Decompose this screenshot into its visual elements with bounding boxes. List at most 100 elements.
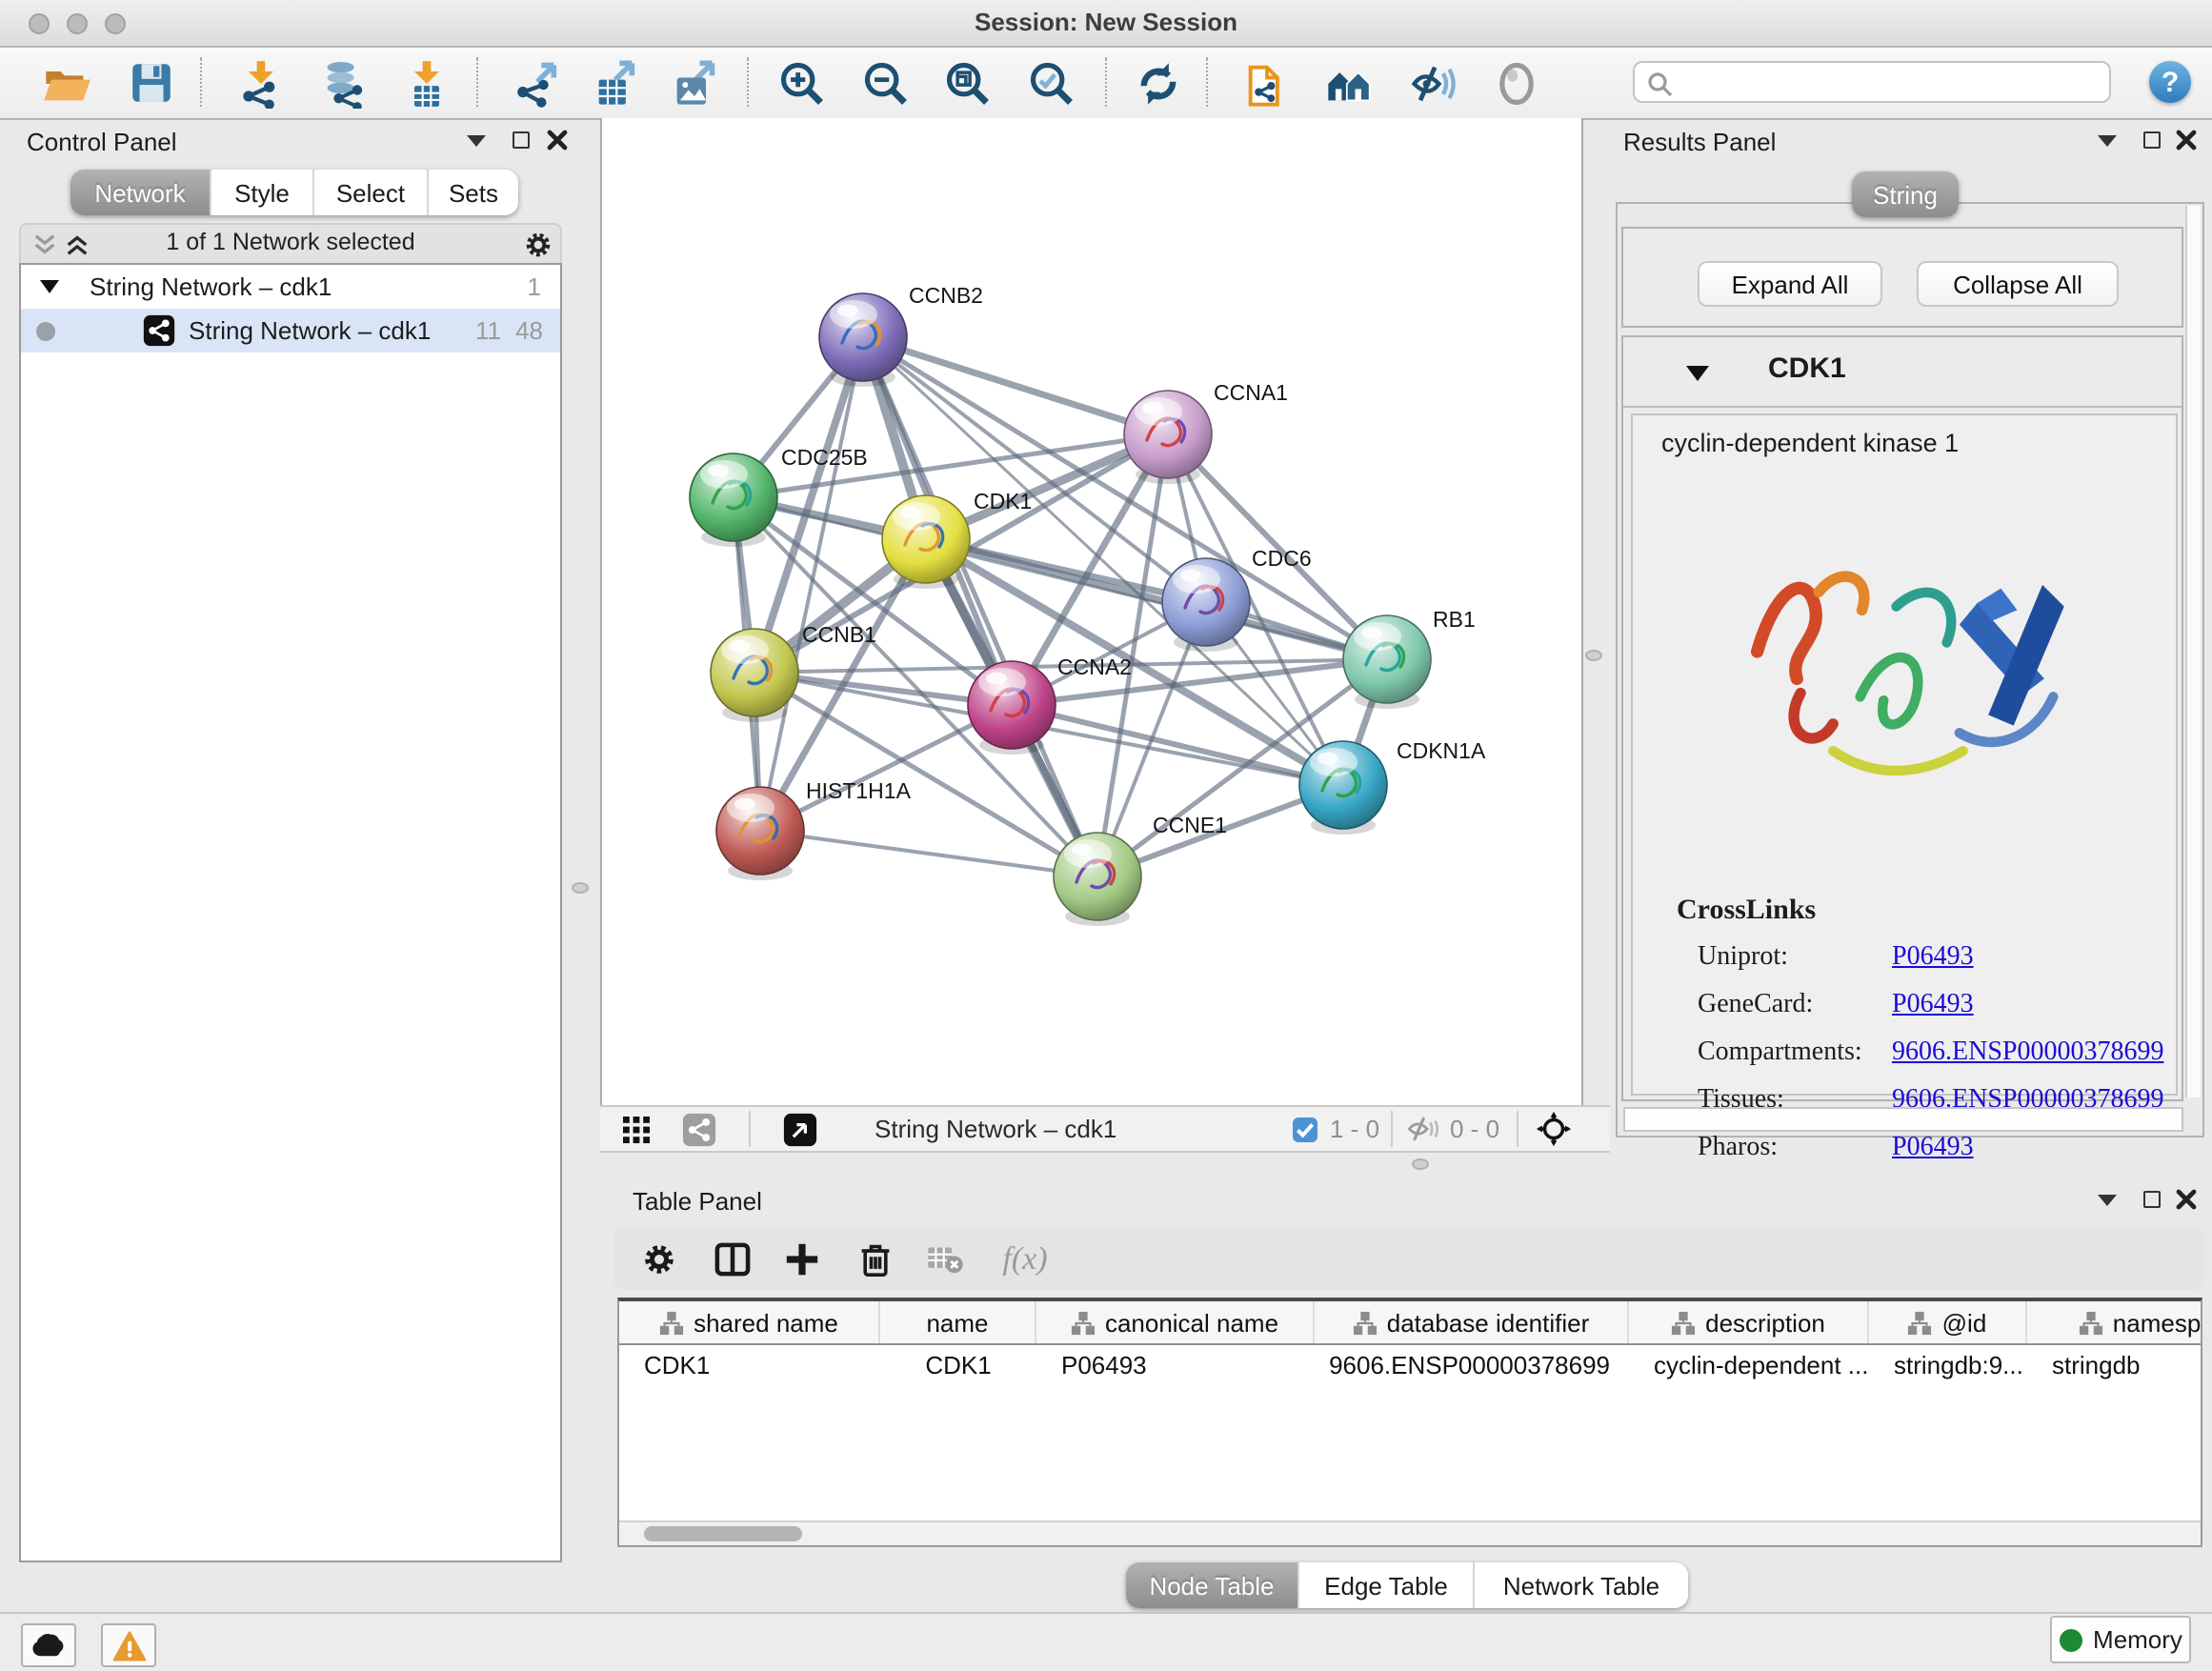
right-splitter-handle[interactable]: [1585, 650, 1602, 661]
table-scrollbar-thumb[interactable]: [644, 1526, 802, 1541]
table-panel-float-button[interactable]: [2143, 1191, 2161, 1208]
graph-node-CCNA2[interactable]: [968, 661, 1056, 755]
column-header-name[interactable]: name: [880, 1301, 1036, 1343]
hidden-eye-slash-icon[interactable]: [1406, 1115, 1438, 1143]
tab-sets[interactable]: Sets: [429, 170, 518, 215]
control-panel-menu-caret-icon[interactable]: [467, 135, 486, 147]
zoom-selected-button[interactable]: [1025, 57, 1076, 109]
open-session-button[interactable]: [40, 57, 91, 109]
graph-node-RB1[interactable]: [1343, 615, 1431, 709]
selected-counts: 1 - 0: [1330, 1107, 1379, 1151]
tab-string[interactable]: String: [1852, 171, 1959, 217]
table-toolbar: f(x): [613, 1225, 2204, 1290]
results-panel-close-icon[interactable]: [2176, 130, 2197, 151]
birdseye-crosshair-icon[interactable]: [1536, 1111, 1572, 1147]
crosslink-value-link[interactable]: P06493: [1892, 1133, 1974, 1163]
left-splitter-handle[interactable]: [572, 882, 589, 894]
crosslink-value-link[interactable]: P06493: [1892, 942, 1974, 973]
network-row-selected[interactable]: String Network – cdk1 11 48: [21, 309, 560, 352]
gene-card-collapse-caret-icon[interactable]: [1686, 366, 1709, 381]
create-column-button[interactable]: [781, 1238, 823, 1280]
table-splitter-handle[interactable]: [1412, 1158, 1429, 1170]
selected-checkbox-icon[interactable]: [1292, 1116, 1318, 1142]
import-table-button[interactable]: [400, 57, 452, 109]
table-row[interactable]: CDK1CDK1P064939606.ENSP00000378699cyclin…: [619, 1345, 2201, 1387]
graph-node-HIST1H1A[interactable]: [716, 787, 804, 880]
crosslink-value-link[interactable]: 9606.ENSP00000378699: [1892, 1037, 2163, 1068]
table-panel-menu-caret-icon[interactable]: [2098, 1195, 2117, 1206]
grid-view-icon[interactable]: [623, 1117, 650, 1143]
export-image-button[interactable]: [667, 57, 718, 109]
delete-table-button[interactable]: [924, 1238, 966, 1280]
toolbar-divider: [749, 1111, 751, 1147]
crosslink-label: GeneCard:: [1698, 990, 1892, 1020]
network-selection-summary: 1 of 1 Network selected: [21, 225, 560, 261]
tab-edge-table[interactable]: Edge Table: [1299, 1562, 1475, 1608]
home-networks-button[interactable]: [1322, 57, 1374, 109]
network-options-gear-icon[interactable]: [524, 230, 553, 258]
help-question-icon: ?: [2162, 66, 2179, 98]
help-button[interactable]: ?: [2149, 61, 2191, 103]
column-header-database-identifier[interactable]: database identifier: [1315, 1301, 1629, 1343]
column-header-namespace[interactable]: namespace: [2027, 1301, 2202, 1343]
table-horizontal-scrollbar[interactable]: [619, 1520, 2201, 1545]
toolbar-divider: [1105, 57, 1107, 107]
network-collection-row[interactable]: String Network – cdk1 1: [21, 267, 560, 309]
network-collection-label: String Network – cdk1: [90, 267, 332, 309]
table-panel-close-icon[interactable]: [2176, 1189, 2197, 1210]
collapse-all-button[interactable]: Collapse All: [1917, 261, 2119, 307]
save-session-button[interactable]: [126, 57, 177, 109]
detach-view-icon[interactable]: [783, 1113, 817, 1147]
search-input[interactable]: [1680, 65, 2107, 103]
column-header-canonical-name[interactable]: canonical name: [1036, 1301, 1315, 1343]
table-settings-button[interactable]: [638, 1238, 680, 1280]
crosslink-value-link[interactable]: P06493: [1892, 990, 1974, 1020]
graph-node-CDKN1A[interactable]: [1299, 741, 1387, 835]
show-columns-button[interactable]: [711, 1238, 753, 1280]
stringapp-document-button[interactable]: [1240, 57, 1292, 109]
export-network-button[interactable]: [511, 57, 562, 109]
graph-node-CDC25B[interactable]: [690, 453, 777, 547]
tab-network-table[interactable]: Network Table: [1475, 1562, 1688, 1608]
results-panel-menu-caret-icon[interactable]: [2098, 135, 2117, 147]
hide-glasses-button[interactable]: [1406, 57, 1458, 109]
zoom-in-button[interactable]: [775, 57, 827, 109]
graph-node-CDC6[interactable]: [1162, 558, 1250, 652]
network-view-icon[interactable]: [682, 1113, 716, 1147]
export-table-button[interactable]: [589, 57, 640, 109]
import-network-file-button[interactable]: [234, 57, 286, 109]
tab-select[interactable]: Select: [314, 170, 429, 215]
graph-node-CCNE1[interactable]: [1054, 833, 1141, 926]
delete-column-button[interactable]: [854, 1238, 895, 1280]
refresh-button[interactable]: [1132, 57, 1183, 109]
zoom-out-button[interactable]: [859, 57, 911, 109]
show-eye-button[interactable]: [1490, 57, 1541, 109]
column-header-description[interactable]: description: [1629, 1301, 1869, 1343]
memory-button[interactable]: Memory: [2050, 1616, 2191, 1663]
tab-node-table[interactable]: Node Table: [1126, 1562, 1299, 1608]
column-header--id[interactable]: @id: [1869, 1301, 2027, 1343]
tree-expand-caret-icon[interactable]: [40, 280, 59, 293]
zoom-fit-button[interactable]: [941, 57, 993, 109]
tab-network[interactable]: Network: [70, 170, 211, 215]
crosslink-label: Compartments:: [1698, 1037, 1892, 1068]
function-builder-button[interactable]: f(x): [993, 1238, 1057, 1280]
results-panel-float-button[interactable]: [2143, 131, 2161, 149]
column-header-shared-name[interactable]: shared name: [619, 1301, 880, 1343]
results-vertical-scrollbar[interactable]: [2185, 206, 2201, 1097]
control-panel-close-icon[interactable]: [547, 130, 568, 151]
tab-style[interactable]: Style: [211, 170, 314, 215]
expand-all-button[interactable]: Expand All: [1698, 261, 1882, 307]
column-header-label: name: [926, 1308, 988, 1337]
network-view-dot-icon: [36, 322, 55, 341]
control-panel-float-button[interactable]: [513, 131, 530, 149]
gene-card-header[interactable]: CDK1: [1623, 337, 2182, 408]
import-network-database-button[interactable]: [318, 57, 370, 109]
zoom-fit-icon: [942, 58, 992, 108]
fx-icon: f(x): [1002, 1240, 1047, 1278]
results-horizontal-scrollbar[interactable]: [1623, 1107, 2183, 1132]
node-label-CCNE1: CCNE1: [1153, 813, 1227, 837]
warnings-button[interactable]: [101, 1623, 156, 1667]
network-canvas[interactable]: CCNB2CCNA1CDC25BCDK1CDC6RB1CCNB1CCNA2CDK…: [600, 118, 1583, 1105]
cloud-status-button[interactable]: [21, 1623, 76, 1667]
